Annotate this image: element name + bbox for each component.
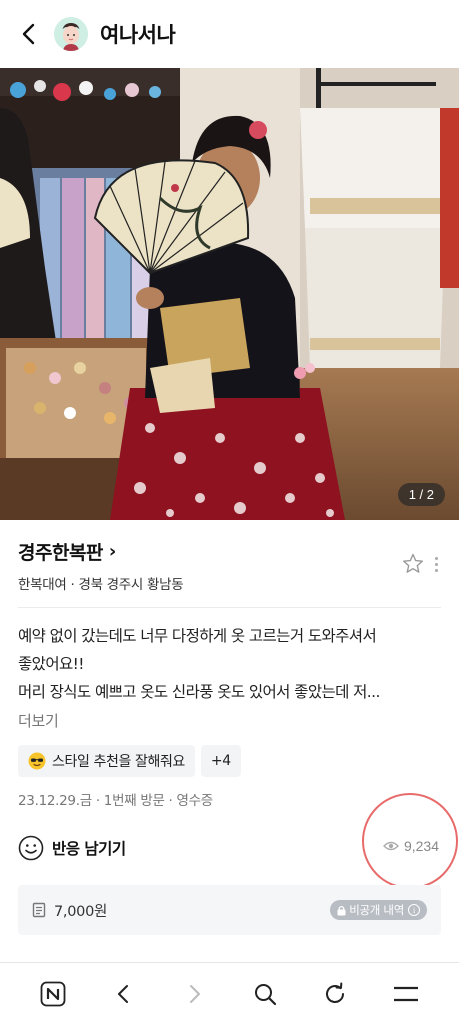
receipt-price-box: 7,000원 비공개 내역 i — [18, 885, 441, 935]
more-options-button[interactable] — [429, 552, 443, 576]
review-line: 예약 없이 갔는데도 너무 다정하게 옷 고르는거 도와주셔서 — [18, 627, 377, 645]
chevron-left-icon — [22, 23, 35, 45]
sunglasses-emoji-icon — [28, 752, 46, 770]
arrow-left-icon — [117, 984, 128, 1003]
browser-bottom-nav — [0, 962, 459, 1024]
naver-n-icon — [40, 981, 66, 1006]
place-info: 경주한복판 › 한복대여 · 경북 경주시 황남동 — [18, 538, 441, 593]
private-history-label: 비공개 내역 — [349, 903, 404, 917]
review-photo[interactable]: 1 / 2 — [0, 68, 459, 520]
chevron-right-icon: › — [108, 541, 117, 562]
receipt-icon — [32, 902, 46, 918]
view-count-value: 9,234 — [403, 838, 439, 854]
lock-icon — [337, 905, 346, 915]
place-name-link[interactable]: 경주한복판 › — [18, 538, 441, 565]
leave-reaction-button[interactable]: 반응 남기기 — [18, 835, 126, 861]
read-more-link[interactable]: 더보기 — [18, 710, 59, 731]
hamburger-menu-icon — [393, 986, 418, 1001]
top-bar: 여나서나 — [0, 0, 459, 68]
reaction-row: 반응 남기기 9,234 — [18, 832, 441, 864]
price-value: 7,000원 — [54, 903, 108, 920]
more-dot-icon — [434, 568, 438, 572]
eye-icon — [383, 841, 399, 851]
menu-button[interactable] — [386, 974, 426, 1014]
profile-name[interactable]: 여나서나 — [100, 19, 176, 49]
star-icon — [403, 553, 423, 573]
review-line: 좋았어요!! — [18, 655, 84, 673]
leave-reaction-label: 반응 남기기 — [52, 840, 126, 858]
keyword-chips: 스타일 추천을 잘해줘요 +4 — [18, 745, 241, 777]
private-history-badge[interactable]: 비공개 내역 i — [330, 900, 427, 920]
more-keywords-chip[interactable]: +4 — [200, 745, 241, 777]
smiley-icon — [18, 835, 44, 861]
place-category-location: 한복대여 · 경북 경주시 황남동 — [18, 577, 184, 593]
arrow-right-icon — [190, 984, 201, 1003]
avatar[interactable] — [54, 17, 88, 51]
review-line: 머리 장식도 예쁘고 옷도 신라풍 옷도 있어서 좋았는데 저... — [18, 683, 380, 701]
avatar-face-icon — [54, 17, 88, 51]
divider — [18, 607, 441, 608]
more-dot-icon — [434, 562, 438, 566]
refresh-button[interactable] — [315, 974, 355, 1014]
photo-counter: 1 / 2 — [397, 483, 445, 506]
search-button[interactable] — [245, 974, 285, 1014]
save-star-button[interactable] — [401, 552, 425, 576]
search-icon — [254, 983, 276, 1005]
back-button[interactable] — [4, 0, 54, 68]
keyword-chip-label: 스타일 추천을 잘해줘요 — [52, 754, 185, 770]
view-count: 9,234 — [383, 838, 439, 854]
visit-info: 23.12.29.금 · 1번째 방문 · 영수증 — [18, 793, 213, 809]
nav-back-button[interactable] — [104, 974, 144, 1014]
review-text[interactable]: 예약 없이 갔는데도 너무 다정하게 옷 고르는거 도와주셔서 좋았어요!! 머… — [18, 622, 443, 706]
keyword-chip[interactable]: 스타일 추천을 잘해줘요 — [18, 745, 195, 777]
info-icon: i — [408, 904, 420, 916]
refresh-icon — [326, 982, 345, 1003]
hanbok-shop-photo — [0, 68, 459, 520]
more-keywords-count: +4 — [210, 753, 231, 769]
more-dot-icon — [434, 556, 438, 560]
place-name[interactable]: 경주한복판 — [18, 538, 103, 565]
naver-home-button[interactable] — [33, 974, 73, 1014]
nav-forward-button[interactable] — [174, 974, 214, 1014]
